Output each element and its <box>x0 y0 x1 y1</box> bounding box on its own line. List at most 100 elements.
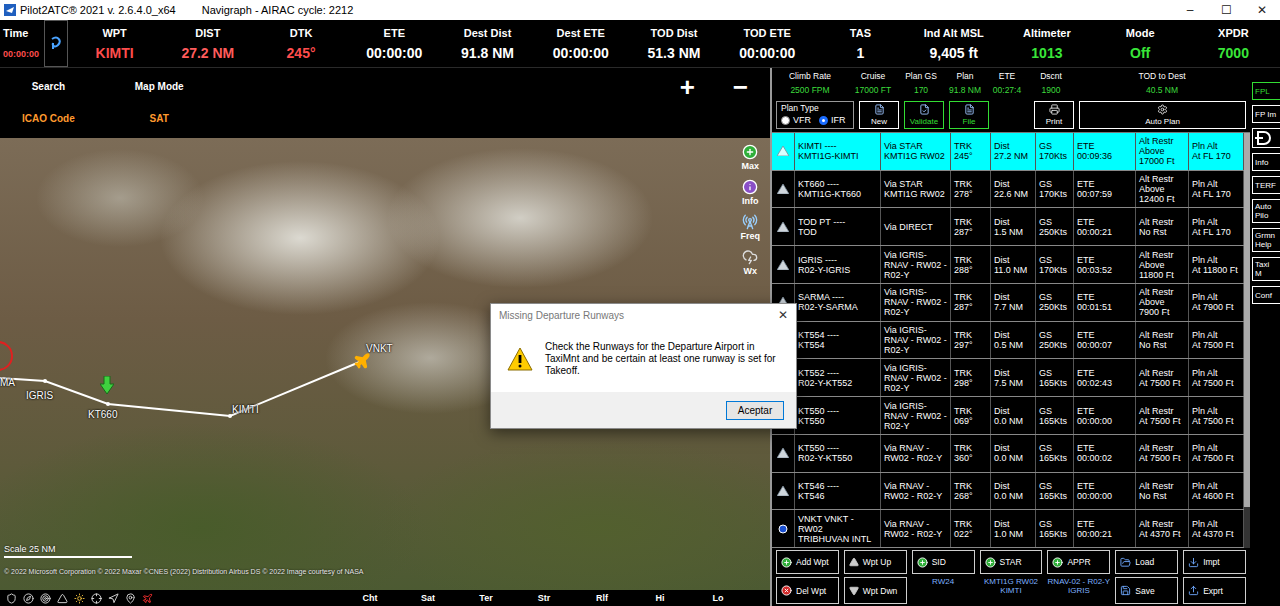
map-tool-button[interactable]: Freq <box>740 214 760 241</box>
triangle-icon[interactable] <box>57 593 68 604</box>
side-button[interactable]: TERF <box>1252 176 1280 194</box>
search-group[interactable]: SearchICAO Code <box>22 68 75 138</box>
action-button[interactable]: Wpt Dwn <box>844 577 907 604</box>
name-cell: KT554 ----KT554 <box>795 322 881 359</box>
side-button[interactable]: Info <box>1252 153 1280 171</box>
waypoint-row[interactable]: KT552 ----R02-Y-KT552Via IGRIS-RNAV - RW… <box>772 359 1244 397</box>
sync-icon <box>48 35 64 53</box>
waypoint-row[interactable]: IGRIS ----R02-Y-IGRISVia IGRIS-RNAV - RW… <box>772 246 1244 284</box>
window-control[interactable]: ☐ <box>1208 3 1244 17</box>
window-controls: –☐✕ <box>1172 3 1280 17</box>
layer-tab[interactable]: Sat <box>399 593 457 603</box>
layer-tab[interactable]: Ter <box>457 593 515 603</box>
close-button[interactable]: ✕ <box>778 308 788 322</box>
side-button[interactable] <box>1252 128 1280 148</box>
action-button[interactable]: Impt <box>1183 550 1246 574</box>
row-marker[interactable] <box>772 435 795 472</box>
plane-icon[interactable] <box>142 593 153 604</box>
action-button[interactable]: STAR <box>980 550 1043 574</box>
plan-button[interactable]: New <box>859 101 899 129</box>
waypoint-row[interactable]: KT550 ----KT550Via IGRIS-RNAV - RW02 - R… <box>772 397 1244 435</box>
waypoint-row[interactable]: VNKT VNKT -RW02TRIBHUVAN INTLVia RNAV - … <box>772 510 1244 548</box>
side-button[interactable]: Grmn Help <box>1252 228 1280 252</box>
plan-button[interactable]: File <box>949 101 989 129</box>
side-button[interactable]: Taxi M <box>1252 257 1280 281</box>
sun-icon[interactable] <box>74 593 85 604</box>
crosshair-icon[interactable] <box>91 593 102 604</box>
plan-type-radio[interactable]: VFR <box>781 115 811 125</box>
side-button[interactable]: Conf <box>1252 286 1280 304</box>
ete-cell: ETE00:00:21 <box>1074 208 1136 245</box>
action-button[interactable]: Del Wpt <box>776 577 839 604</box>
map-mode-group[interactable]: Map ModeSAT <box>135 68 184 138</box>
layer-tab[interactable]: Lo <box>689 593 747 603</box>
waypoint-row[interactable]: KT554 ----KT554Via IGRIS-RNAV - RW02 - R… <box>772 322 1244 360</box>
layer-tab[interactable]: Hi <box>631 593 689 603</box>
aircraft-marker <box>353 352 371 374</box>
sync-button[interactable] <box>44 20 68 67</box>
accept-button[interactable]: Aceptar <box>726 401 784 420</box>
status-label: Ind Alt MSL <box>924 27 984 39</box>
action-button[interactable]: Add Wpt <box>776 550 839 574</box>
distance-cell: Dist1.0 NM <box>991 510 1036 547</box>
move-up-icon <box>777 448 789 458</box>
target-icon[interactable] <box>40 593 51 604</box>
radio-circle[interactable] <box>819 116 828 125</box>
window-control[interactable]: – <box>1172 3 1208 17</box>
move-up-icon <box>777 146 789 156</box>
name-cell: KT546 ----KT546 <box>795 473 881 510</box>
side-button[interactable]: Auto Pilo <box>1252 199 1280 223</box>
waypoint-row[interactable]: TOD PT ----TODVia DIRECTTRK287°Dist1.5 N… <box>772 208 1244 246</box>
action-button[interactable]: SID <box>912 550 975 574</box>
via-cell: Via IGRIS-RNAV - RW02 - R02-Y <box>881 322 951 359</box>
plan-type-radio[interactable]: IFR <box>819 115 846 125</box>
pin-icon[interactable] <box>125 593 136 604</box>
action-button[interactable]: Save <box>1115 577 1178 604</box>
action-button[interactable]: Load <box>1115 550 1178 574</box>
side-button[interactable]: FPL <box>1252 82 1280 100</box>
ete-cell: ETE00:01:51 <box>1074 284 1136 321</box>
window-control[interactable]: ✕ <box>1244 3 1280 17</box>
row-marker[interactable] <box>772 473 795 510</box>
search-mode[interactable]: ICAO Code <box>22 113 75 124</box>
flight-plan-panel: Climb Rate2500 FPMCruise17000 FTPlan GS1… <box>772 68 1280 606</box>
waypoint-row[interactable]: KIMTI ----KMTI1G-KIMTIVia STARKMTI1G RW0… <box>772 133 1244 171</box>
map-tool-button[interactable]: Wx <box>742 249 758 276</box>
row-marker[interactable] <box>772 208 795 245</box>
radio-circle[interactable] <box>781 116 790 125</box>
plan-button[interactable]: Print <box>1034 101 1074 129</box>
planned-altitude-cell: Pln AltAt 11800 Ft <box>1189 246 1244 283</box>
action-button[interactable]: Wpt Up <box>844 550 907 574</box>
waypoint-row[interactable]: KT546 ----KT546Via RNAV - RW02 - R02-YTR… <box>772 473 1244 511</box>
scrollbar-thumb[interactable] <box>1244 133 1250 507</box>
planned-altitude-cell: Pln AltAt 4600 Ft <box>1189 473 1244 510</box>
navigation-icon[interactable] <box>108 593 119 604</box>
warning-icon <box>507 347 533 371</box>
zoom-button[interactable]: − <box>733 72 748 138</box>
plan-button[interactable]: Auto Plan <box>1079 101 1246 129</box>
shield-icon[interactable] <box>6 593 17 604</box>
row-marker[interactable] <box>772 133 795 170</box>
layer-tab[interactable]: Cht <box>341 593 399 603</box>
layer-tab[interactable]: Rlf <box>573 593 631 603</box>
row-marker[interactable] <box>772 171 795 208</box>
scrollbar[interactable] <box>1244 133 1250 548</box>
waypoint-row[interactable]: SARMA ----R02-Y-SARMAVia IGRIS-RNAV - RW… <box>772 284 1244 322</box>
zoom-button[interactable]: + <box>680 72 695 138</box>
status-field: DTK245° <box>254 20 347 67</box>
map-tool-button[interactable]: Info <box>742 179 759 206</box>
map-tool-button[interactable]: Max <box>741 144 759 171</box>
waypoint-row[interactable]: KT660 ----KMTI1G-KT660Via STARKMTI1G RW0… <box>772 171 1244 209</box>
plan-button[interactable]: Validate <box>904 101 944 129</box>
row-marker[interactable] <box>772 246 795 283</box>
compass-icon[interactable] <box>23 593 34 604</box>
row-marker[interactable] <box>772 510 795 547</box>
map-mode-value[interactable]: SAT <box>150 113 169 124</box>
status-field: ETE00:00:00 <box>348 20 441 67</box>
side-button[interactable]: FP Im <box>1252 105 1280 123</box>
status-label: Dest ETE <box>557 27 605 39</box>
action-button[interactable]: Exprt <box>1183 577 1246 604</box>
layer-tab[interactable]: Str <box>515 593 573 603</box>
action-button[interactable]: APPR <box>1047 550 1110 574</box>
waypoint-row[interactable]: KT550 ----R02-Y-KT550Via RNAV - RW02 - R… <box>772 435 1244 473</box>
